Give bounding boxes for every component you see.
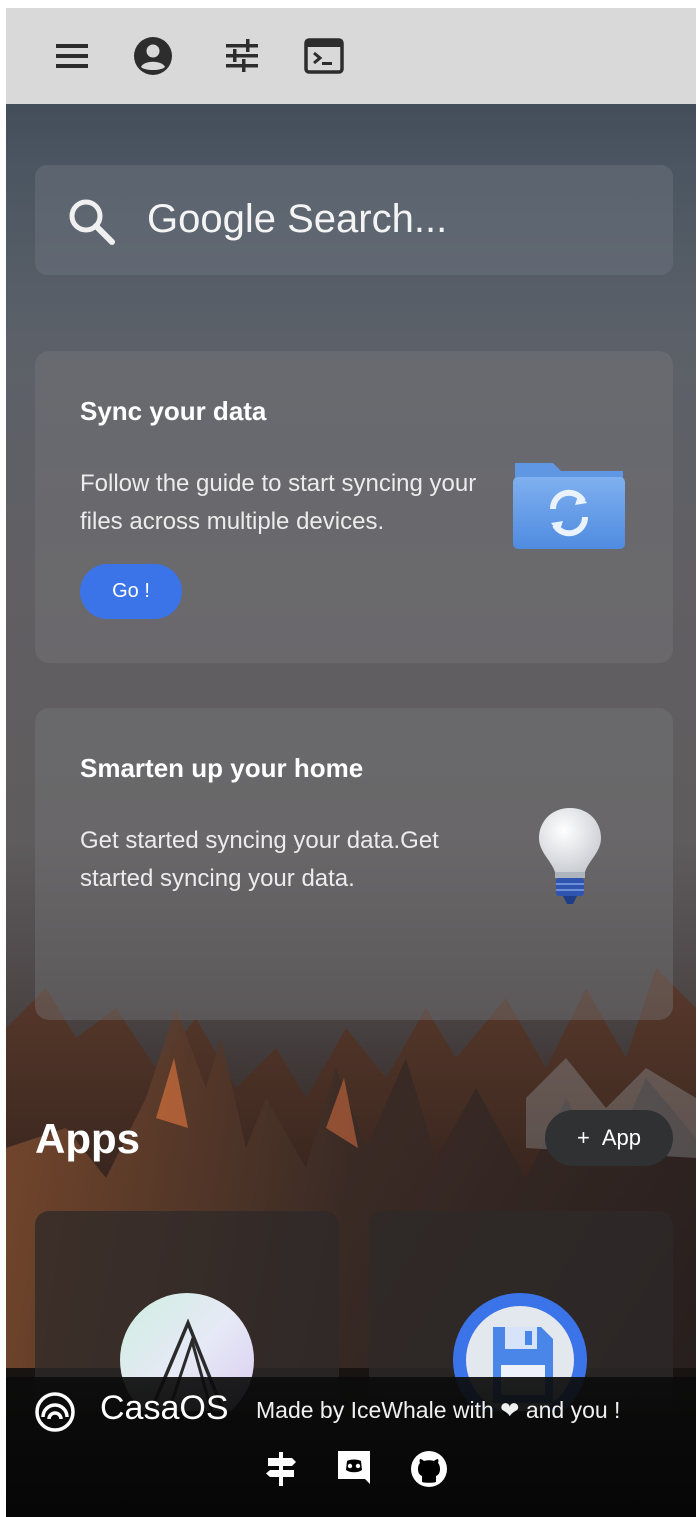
lightbulb-icon <box>539 808 601 904</box>
add-app-label: App <box>601 1125 641 1150</box>
smart-home-card: Smarten up your home Get started syncing… <box>35 708 673 1020</box>
signpost-icon[interactable] <box>259 1447 303 1491</box>
github-icon[interactable] <box>407 1447 451 1491</box>
made-by-text: Made by IceWhale with ❤ and you ! <box>256 1397 621 1423</box>
top-bar <box>6 8 696 104</box>
card-description: Get started syncing your data.Get starte… <box>80 827 439 892</box>
apps-heading: Apps <box>35 1115 140 1162</box>
search-input[interactable]: Google Search... <box>147 197 447 242</box>
casaos-logo <box>35 1392 75 1432</box>
card-title: Smarten up your home <box>80 753 364 783</box>
settings-sliders-icon[interactable] <box>222 36 262 76</box>
app-screen: Google Search... Sync your data Follow t… <box>6 8 696 1517</box>
search-bar[interactable]: Google Search... <box>35 165 673 275</box>
discord-icon[interactable] <box>332 1447 376 1491</box>
search-icon <box>69 199 115 245</box>
account-icon[interactable] <box>133 36 173 76</box>
add-app-button[interactable]: + App <box>545 1110 673 1166</box>
card-title: Sync your data <box>80 396 267 426</box>
brand-name: CasaOS <box>100 1389 229 1427</box>
sync-data-card: Sync your data Follow the guide to start… <box>35 351 673 663</box>
terminal-icon[interactable] <box>304 36 344 76</box>
card-description: Follow the guide to start syncing your f… <box>80 470 477 535</box>
go-button[interactable]: Go ! <box>80 564 182 619</box>
plus-icon: + <box>576 1125 590 1150</box>
footer: CasaOS Made by IceWhale with ❤ and you ! <box>6 1377 696 1517</box>
menu-icon[interactable] <box>52 36 92 76</box>
sync-folder-icon <box>513 463 625 549</box>
